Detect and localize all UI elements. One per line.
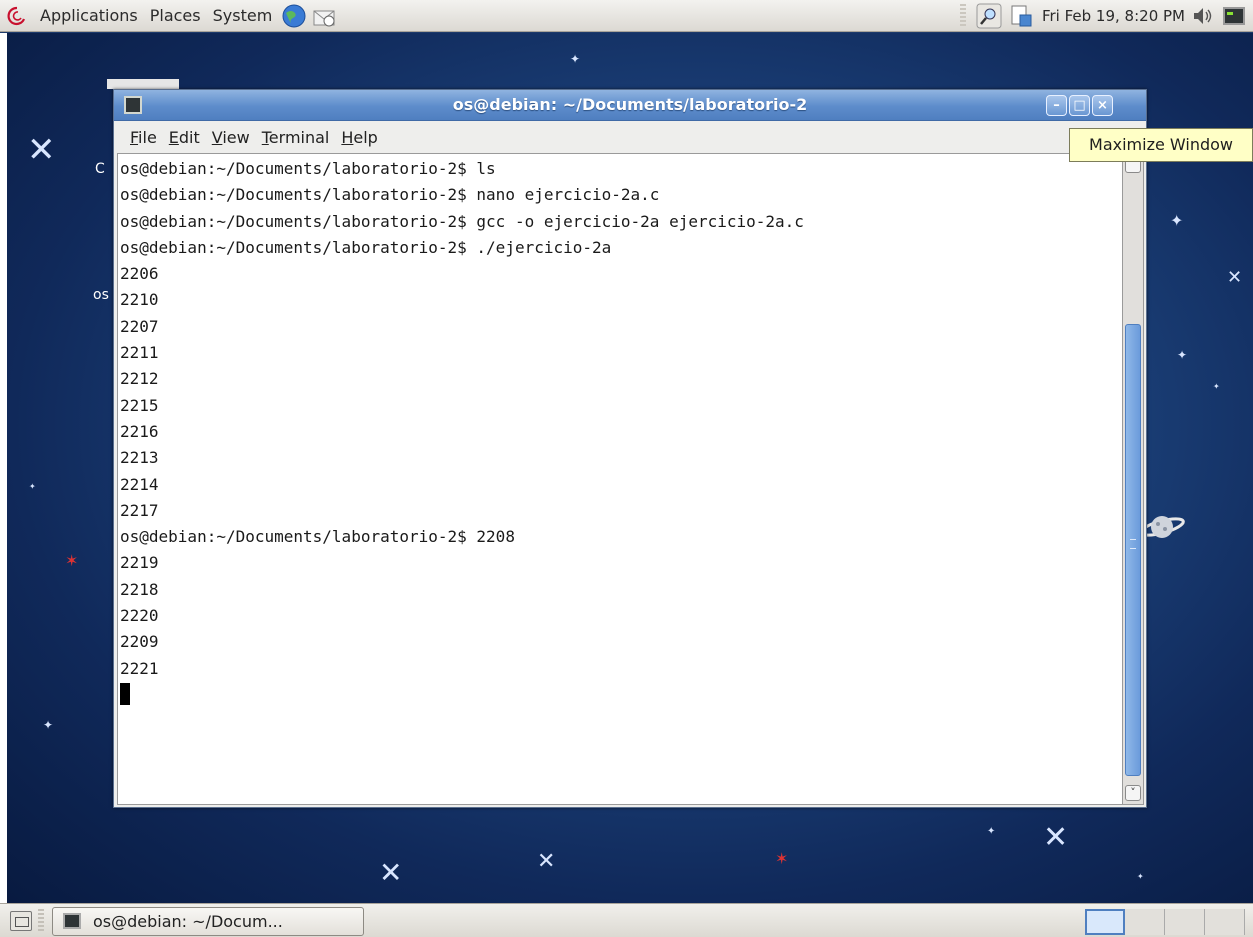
network-monitor-icon[interactable] [1221, 3, 1247, 29]
star-decoration: ✦ [29, 482, 36, 491]
star-decoration: ✦ [570, 52, 581, 66]
maximize-tooltip: Maximize Window [1069, 128, 1253, 162]
email-launcher-icon[interactable] [310, 2, 338, 30]
terminal-line: 2207 [120, 316, 159, 336]
terminal-line: 2210 [120, 290, 159, 310]
star-decoration: ✦ [1177, 348, 1188, 362]
star-decoration: ✕ [1043, 820, 1069, 855]
terminal-line: 2213 [120, 448, 159, 468]
terminal-line: 2212 [120, 369, 159, 389]
star-decoration: ✦ [43, 718, 54, 732]
maximize-button[interactable]: □ [1069, 95, 1090, 116]
taskbar-window-button[interactable]: os@debian: ~/Docum... [52, 907, 364, 936]
terminal-line: os@debian:~/Documents/laboratorio-2$ nan… [120, 185, 660, 205]
top-panel: Applications Places System Fri Feb 19, 8… [0, 0, 1253, 32]
menu-help[interactable]: Help [335, 128, 383, 147]
terminal-line: os@debian:~/Documents/laboratorio-2$ ls [120, 159, 496, 178]
panel-separator [38, 909, 44, 933]
terminal-icon [63, 913, 81, 929]
panel-right-area: Fri Feb 19, 8:20 PM [959, 0, 1253, 32]
star-decoration: ✦ [1170, 211, 1184, 230]
star-decoration: ✦ [1213, 382, 1220, 391]
workspace-3[interactable] [1165, 909, 1205, 935]
show-desktop-icon[interactable] [10, 911, 32, 931]
terminal-line: 2217 [120, 500, 159, 520]
menu-terminal[interactable]: Terminal [256, 128, 336, 147]
terminal-prompt-line [120, 682, 804, 708]
terminal-line: 2216 [120, 421, 159, 441]
star-decoration: ✕ [379, 856, 403, 889]
window-titlebar[interactable]: os@debian: ~/Documents/laboratorio-2 – □… [114, 90, 1146, 121]
terminal-line: 2219 [120, 553, 159, 573]
star-decoration: ✕ [27, 130, 56, 170]
terminal-text: os@debian:~/Documents/laboratorio-2$ ls o… [120, 156, 804, 708]
bottom-panel: os@debian: ~/Docum... [0, 903, 1253, 937]
star-decoration: ✦ [987, 826, 996, 837]
terminal-line: 2211 [120, 343, 159, 363]
volume-icon[interactable] [1189, 3, 1215, 29]
text-cursor [120, 682, 130, 705]
terminal-line: 2220 [120, 606, 159, 626]
close-button[interactable]: × [1092, 95, 1113, 116]
terminal-window[interactable]: os@debian: ~/Documents/laboratorio-2 – □… [113, 89, 1147, 808]
screen-edge [0, 33, 7, 903]
menu-view[interactable]: View [206, 128, 256, 147]
scrollbar-grip [1130, 539, 1136, 549]
star-decoration: ✕ [1227, 267, 1243, 288]
clock[interactable]: Fri Feb 19, 8:20 PM [1042, 7, 1185, 25]
terminal-line: 2215 [120, 395, 159, 415]
debian-logo-icon[interactable] [6, 5, 28, 27]
web-browser-launcher-icon[interactable] [280, 2, 308, 30]
taskbar-window-label: os@debian: ~/Docum... [93, 912, 283, 931]
star-decoration: ✶ [65, 551, 79, 570]
menu-terminal-rest: erminal [268, 127, 330, 147]
desktop-icon-fragment [107, 79, 179, 89]
menu-edit-rest: dit [178, 127, 200, 147]
terminal-line: os@debian:~/Documents/laboratorio-2$ ./e… [120, 237, 612, 257]
star-decoration: ✕ [537, 849, 556, 874]
scrollbar-thumb[interactable] [1125, 324, 1141, 776]
desktop-icon-label-fragment: os [93, 287, 109, 303]
workspace-4[interactable] [1205, 909, 1245, 935]
workspace-2[interactable] [1125, 909, 1165, 935]
scroll-down-arrow-icon[interactable]: ˅ [1125, 785, 1141, 801]
minimize-button[interactable]: – [1046, 95, 1067, 116]
desktop-icon-label-fragment: C [95, 161, 105, 177]
terminal-line: 2218 [120, 579, 159, 599]
places-menu[interactable]: Places [144, 0, 207, 32]
menu-view-rest: iew [222, 127, 250, 147]
applications-menu[interactable]: Applications [34, 0, 144, 32]
menu-edit[interactable]: Edit [163, 128, 206, 147]
workspace-1[interactable] [1085, 909, 1125, 935]
menu-file-rest: ile [138, 127, 157, 147]
search-icon[interactable] [976, 3, 1002, 29]
workspace-switcher [1085, 909, 1245, 935]
window-title: os@debian: ~/Documents/laboratorio-2 [452, 95, 808, 114]
terminal-output-area[interactable]: os@debian:~/Documents/laboratorio-2$ ls o… [117, 153, 1123, 805]
menu-file[interactable]: File [124, 128, 163, 147]
terminal-line: 2206 [120, 264, 159, 284]
star-decoration: ✦ [1137, 872, 1144, 881]
vertical-scrollbar[interactable]: ˄ ˅ [1122, 153, 1144, 805]
terminal-line: os@debian:~/Documents/laboratorio-2$ 220… [120, 527, 515, 547]
terminal-line: 2214 [120, 474, 159, 494]
terminal-line: 2221 [120, 658, 159, 678]
system-menu[interactable]: System [207, 0, 279, 32]
menu-bar: File Edit View Terminal Help [114, 122, 1146, 152]
terminal-line: os@debian:~/Documents/laboratorio-2$ gcc… [120, 211, 804, 231]
terminal-line: 2209 [120, 632, 159, 652]
panel-separator [959, 4, 966, 28]
star-decoration: ✶ [775, 849, 789, 868]
menu-help-rest: elp [353, 127, 378, 147]
update-notifier-icon[interactable] [1008, 3, 1034, 29]
